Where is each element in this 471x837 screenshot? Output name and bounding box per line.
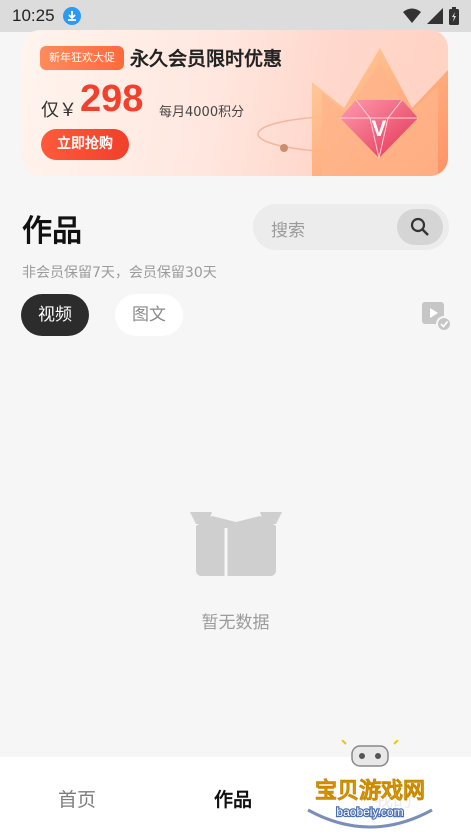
wifi-icon — [403, 8, 421, 23]
tab-video[interactable]: 视频 — [21, 294, 89, 336]
vip-diamond-crown-icon: V — [257, 48, 448, 176]
vip-promo-banner[interactable]: 新年狂欢大促 永久会员限时优惠 仅￥ 298 每月4000积分 立即抢购 V — [22, 30, 448, 176]
status-time: 10:25 — [12, 6, 55, 25]
vip-badge-letter: V — [372, 116, 387, 141]
nav-item-home[interactable]: 首页 — [58, 785, 96, 812]
watermark-url: baobeiy.com — [336, 805, 403, 819]
download-icon — [62, 7, 81, 25]
retention-note: 非会员保留7天，会员保留30天 — [22, 265, 217, 281]
video-manage-icon[interactable] — [420, 300, 452, 332]
status-bar: 10:25 — [0, 0, 471, 32]
watermark-text: 宝贝游戏网 — [315, 778, 425, 804]
price-note: 每月4000积分 — [159, 105, 245, 120]
signal-icon — [427, 8, 443, 24]
buy-now-button[interactable]: 立即抢购 — [41, 129, 129, 160]
search-placeholder: 搜索 — [271, 221, 305, 241]
empty-state-text: 暂无数据 — [201, 613, 270, 633]
search-icon — [410, 217, 429, 236]
empty-box-icon — [190, 512, 282, 576]
price-prefix: 仅￥ — [41, 100, 77, 121]
price-value: 298 — [80, 78, 144, 120]
nav-item-works[interactable]: 作品 — [214, 785, 252, 812]
site-watermark-logo: 宝贝游戏网 baobeiy.com — [304, 740, 436, 830]
search-button[interactable] — [397, 209, 443, 245]
page-title: 作品 — [22, 214, 82, 249]
promo-tag: 新年狂欢大促 — [40, 46, 124, 70]
search-input[interactable]: 搜索 — [253, 204, 449, 250]
battery-icon — [449, 7, 459, 25]
tab-image-text[interactable]: 图文 — [115, 294, 183, 336]
status-icons — [403, 7, 459, 25]
